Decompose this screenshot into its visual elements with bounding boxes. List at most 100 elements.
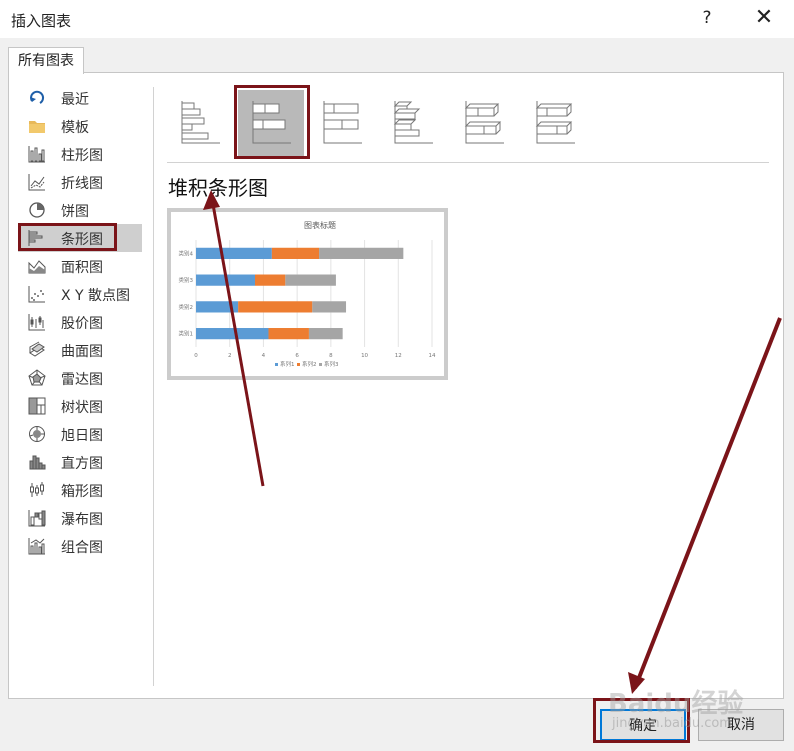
preview-legend-swatch (319, 363, 322, 366)
sidebar-item-label: 箱形图 (61, 484, 103, 500)
close-button[interactable]: ✕ (752, 6, 776, 30)
sidebar-item-box-whisker[interactable]: 箱形图 (18, 476, 142, 504)
subtype-clustered-bar[interactable] (167, 90, 233, 156)
title-bar: 插入图表 ? ✕ (0, 0, 794, 38)
sidebar-item-column[interactable]: 柱形图 (18, 140, 142, 168)
sidebar-item-templates[interactable]: 模板 (18, 112, 142, 140)
preview-bar-segment (196, 301, 239, 313)
preview-legend-swatch (275, 363, 278, 366)
sidebar-item-stock[interactable]: 股价图 (18, 308, 142, 336)
preview-legend-label: 系列3 (324, 360, 339, 368)
sidebar-item-waterfall[interactable]: 瀑布图 (18, 504, 142, 532)
sidebar-item-label: 组合图 (61, 540, 103, 556)
chart-preview[interactable]: 图表标题 0 2 4 6 8 10 12 14 类别1 类别2 类别3 类别4 系列1 系列2 系列3 (167, 208, 448, 380)
sidebar-item-label: 树状图 (61, 400, 103, 416)
waterfall-chart-icon (28, 510, 46, 527)
subtype-3d-stacked-bar[interactable] (451, 90, 517, 156)
column-chart-icon (28, 146, 45, 163)
subtype-divider (167, 162, 769, 163)
sidebar-item-surface[interactable]: 曲面图 (18, 336, 142, 364)
preview-bar-segment (285, 274, 336, 286)
stock-chart-icon (28, 314, 45, 331)
preview-bar-segment (238, 301, 313, 313)
sidebar-item-combo[interactable]: 组合图 (18, 532, 142, 560)
sidebar-item-bar[interactable]: 条形图 (18, 224, 142, 252)
sidebar-divider (153, 87, 154, 686)
subtype-title: 堆积条形图 (168, 176, 268, 200)
preview-chart-svg: 图表标题 0 2 4 6 8 10 12 14 类别1 类别2 类别3 类别4 系列1 系列2 系列3 (179, 220, 436, 368)
preview-bar-segment (271, 247, 320, 259)
sidebar-item-histogram[interactable]: 直方图 (18, 448, 142, 476)
sidebar-item-line[interactable]: 折线图 (18, 168, 142, 196)
sidebar-item-radar[interactable]: 雷达图 (18, 364, 142, 392)
scatter-chart-icon (28, 286, 45, 303)
sidebar-item-label: 瀑布图 (61, 512, 103, 528)
surface-chart-icon (29, 341, 45, 357)
sunburst-chart-icon (29, 426, 45, 442)
area-chart-icon (28, 260, 46, 274)
tab-all-charts[interactable]: 所有图表 (8, 47, 84, 74)
sidebar-item-scatter[interactable]: X Y 散点图 (18, 280, 142, 308)
sidebar-item-label: 模板 (61, 120, 89, 136)
cancel-button[interactable]: 取消 (698, 709, 784, 741)
preview-x-tick-label: 0 (194, 353, 198, 359)
folder-icon (29, 121, 45, 133)
preview-category-label: 类别3 (179, 276, 194, 284)
sidebar-item-label: 饼图 (61, 204, 89, 220)
sidebar-item-label: 旭日图 (61, 428, 103, 444)
line-chart-icon (28, 174, 45, 191)
sidebar-item-area[interactable]: 面积图 (18, 252, 142, 280)
preview-x-tick-label: 8 (329, 353, 333, 359)
preview-legend-label: 系列1 (280, 360, 295, 368)
preview-legend-label: 系列2 (302, 360, 317, 368)
chart-type-list: 最近 模板 柱形图 折线图 饼图 条形图 面积图 X Y 散点图 股价图 曲面图… (18, 84, 142, 560)
sidebar-item-label: X Y 散点图 (61, 288, 131, 304)
subtype-stacked-bar[interactable] (238, 90, 304, 156)
preview-bar-segment (319, 247, 404, 259)
radar-chart-icon (28, 369, 46, 386)
3d-100-stacked-bar-icon (535, 101, 575, 144)
preview-bar-segment (196, 328, 269, 340)
preview-bar-segment (308, 328, 343, 340)
preview-category-label: 类别4 (179, 249, 194, 257)
preview-x-tick-label: 6 (295, 353, 299, 359)
preview-x-tick-label: 12 (395, 353, 402, 359)
preview-bar-segment (196, 274, 255, 286)
sidebar-item-label: 柱形图 (61, 148, 103, 164)
help-button[interactable]: ? (697, 6, 717, 30)
ok-button[interactable]: 确定 (600, 709, 686, 741)
sidebar-item-treemap[interactable]: 树状图 (18, 392, 142, 420)
preview-bar-segment (255, 274, 286, 286)
subtype-3d-100-stacked-bar[interactable] (522, 90, 588, 156)
100-stacked-bar-icon (323, 101, 362, 144)
sidebar-item-sunburst[interactable]: 旭日图 (18, 420, 142, 448)
preview-legend-swatch (297, 363, 300, 366)
stacked-bar-icon (252, 101, 291, 144)
preview-bar-segment (196, 247, 272, 259)
combo-chart-icon (28, 538, 45, 555)
histogram-chart-icon (29, 455, 46, 470)
sidebar-item-recent[interactable]: 最近 (18, 84, 142, 112)
preview-x-tick-label: 10 (361, 353, 368, 359)
subtype-100-stacked-bar[interactable] (309, 90, 375, 156)
sidebar-item-label: 曲面图 (61, 344, 103, 360)
recent-icon (30, 90, 45, 104)
sidebar-item-label: 折线图 (61, 176, 103, 192)
preview-chart-title: 图表标题 (304, 220, 336, 230)
treemap-chart-icon (28, 397, 46, 415)
box-whisker-chart-icon (30, 482, 44, 497)
subtype-3d-clustered-bar[interactable] (380, 90, 446, 156)
sidebar-item-label: 面积图 (61, 260, 103, 276)
sidebar-item-label: 最近 (61, 92, 89, 108)
sidebar-item-pie[interactable]: 饼图 (18, 196, 142, 224)
clustered-bar-icon (181, 101, 220, 144)
preview-x-tick-label: 14 (429, 353, 436, 359)
sidebar-item-label: 股价图 (61, 316, 103, 332)
dialog-title: 插入图表 (11, 12, 72, 30)
sidebar-item-label: 条形图 (61, 232, 103, 248)
pie-chart-icon (29, 202, 45, 218)
sidebar-item-label: 直方图 (61, 456, 103, 472)
preview-bar-segment (312, 301, 347, 313)
preview-category-label: 类别1 (179, 330, 194, 338)
preview-x-tick-label: 4 (262, 353, 266, 359)
